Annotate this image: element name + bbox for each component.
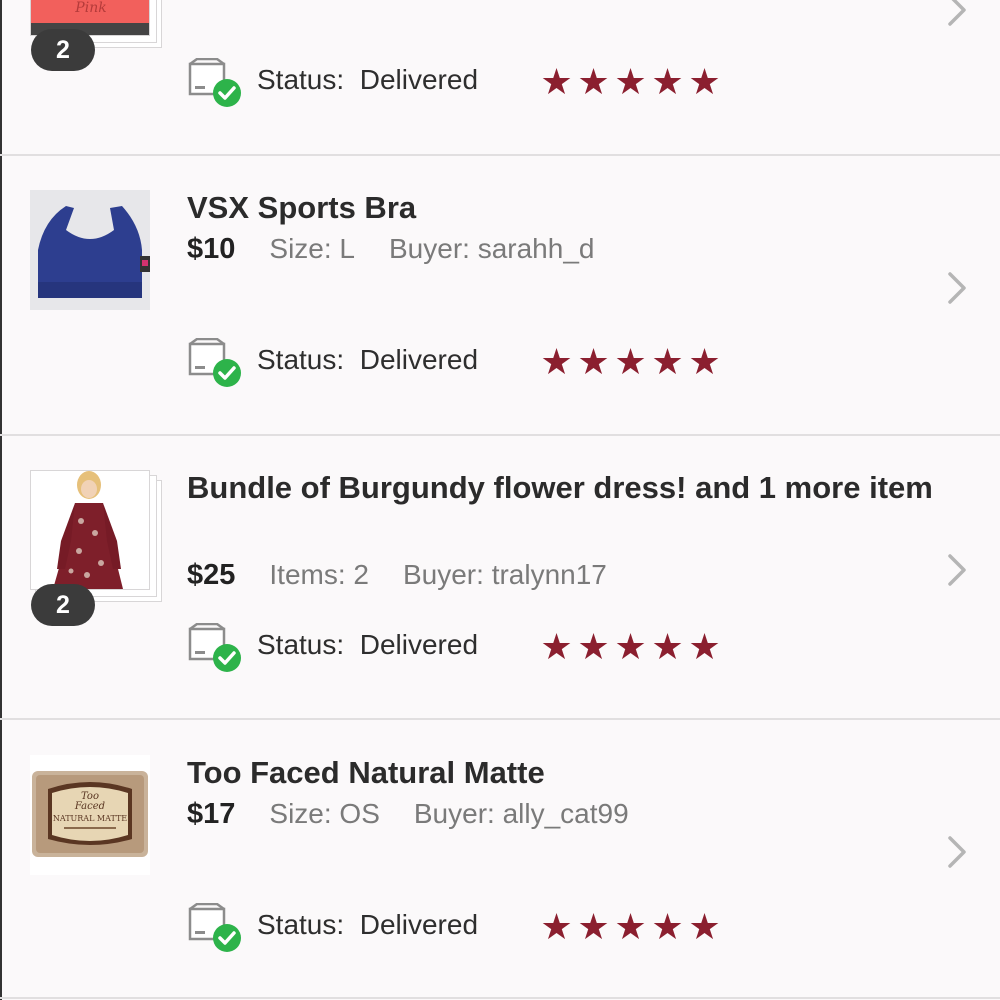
star-icon: ★	[614, 61, 647, 102]
order-status: Status: Delivered	[257, 909, 479, 940]
row-divider	[0, 154, 1000, 156]
order-meta: $17 Size: OS Buyer: ally_cat99	[187, 798, 629, 831]
order-thumbnail: Too Faced NATURAL MATTE	[30, 755, 150, 875]
star-icon: ★	[540, 61, 573, 102]
star-icon: ★	[688, 906, 721, 947]
palette-product-text: NATURAL MATTE	[53, 814, 127, 823]
order-status: Status: Delivered	[257, 629, 479, 660]
row-divider	[0, 434, 1000, 436]
chevron-right-icon[interactable]	[940, 268, 974, 308]
row-divider	[0, 997, 1000, 999]
order-thumbnail	[30, 470, 162, 602]
chevron-right-icon[interactable]	[940, 832, 974, 872]
rating-stars: ★ ★ ★ ★ ★	[540, 909, 721, 945]
order-status: Status: Delivered	[257, 64, 479, 95]
order-title: Too Faced Natural Matte	[187, 755, 545, 790]
star-icon: ★	[540, 626, 573, 667]
svg-text:Pink: Pink	[74, 0, 106, 16]
order-price: $10	[187, 233, 236, 265]
star-icon: ★	[577, 906, 610, 947]
chevron-right-icon[interactable]	[940, 0, 974, 30]
star-icon: ★	[651, 61, 684, 102]
star-icon: ★	[577, 61, 610, 102]
star-icon: ★	[688, 626, 721, 667]
package-delivered-icon	[188, 623, 241, 672]
order-buyer: Buyer: ally_cat99	[413, 798, 629, 829]
rating-stars: ★ ★ ★ ★ ★	[540, 64, 721, 100]
image-count-badge: 2	[31, 29, 95, 71]
package-delivered-icon	[188, 58, 241, 107]
chevron-right-icon[interactable]	[940, 550, 974, 590]
star-icon: ★	[614, 626, 647, 667]
star-icon: ★	[688, 341, 721, 382]
order-price: $17	[187, 798, 236, 830]
order-meta: $25 Items: 2 Buyer: tralynn17	[187, 559, 607, 592]
star-icon: ★	[540, 906, 573, 947]
order-items: Items: 2	[269, 559, 369, 590]
makeup-palette-image: Too Faced NATURAL MATTE	[30, 755, 150, 875]
burgundy-dress-image	[31, 471, 149, 589]
palette-brand-text: Faced	[74, 801, 105, 812]
sports-bra-image	[30, 190, 150, 310]
order-size: Size: L	[269, 233, 355, 264]
package-delivered-icon	[188, 903, 241, 952]
order-title: VSX Sports Bra	[187, 190, 417, 225]
order-thumbnail	[30, 190, 150, 310]
left-edge	[0, 0, 2, 1000]
order-title: Bundle of Burgundy flower dress! and 1 m…	[187, 470, 933, 505]
star-icon: ★	[614, 906, 647, 947]
star-icon: ★	[577, 341, 610, 382]
row-divider	[0, 718, 1000, 720]
star-icon: ★	[614, 341, 647, 382]
rating-stars: ★ ★ ★ ★ ★	[540, 629, 721, 665]
star-icon: ★	[540, 341, 573, 382]
order-buyer: Buyer: tralynn17	[402, 559, 607, 590]
star-icon: ★	[651, 626, 684, 667]
star-icon: ★	[651, 906, 684, 947]
rating-stars: ★ ★ ★ ★ ★	[540, 344, 721, 380]
star-icon: ★	[651, 341, 684, 382]
star-icon: ★	[688, 61, 721, 102]
order-size: Size: OS	[269, 798, 380, 829]
image-count-badge: 2	[31, 584, 95, 626]
order-price: $25	[187, 559, 236, 591]
order-buyer: Buyer: sarahh_d	[389, 233, 595, 264]
order-meta: $10 Size: L Buyer: sarahh_d	[187, 233, 594, 266]
order-status: Status: Delivered	[257, 344, 479, 375]
star-icon: ★	[577, 626, 610, 667]
package-delivered-icon	[188, 338, 241, 387]
